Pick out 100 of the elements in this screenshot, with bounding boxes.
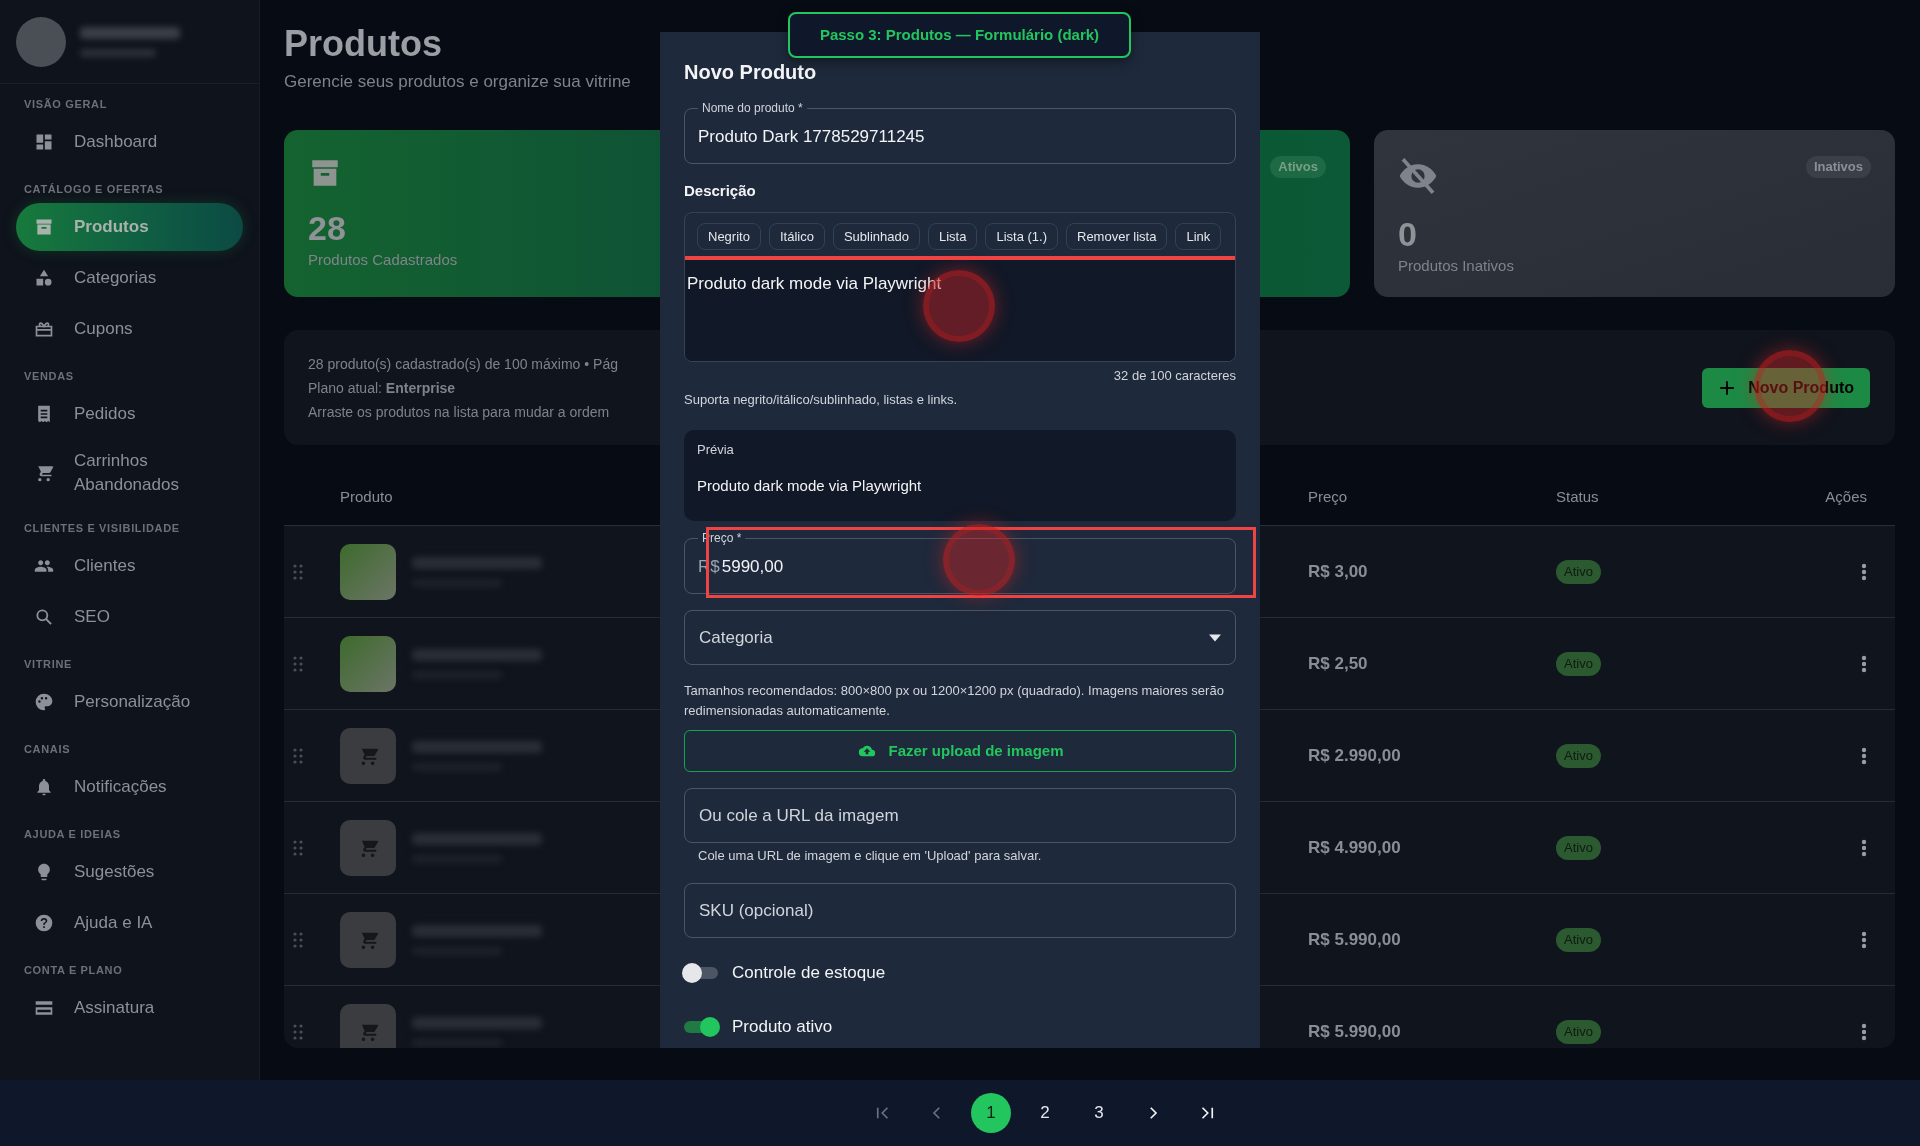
upload-image-button[interactable]: Fazer upload de imagem: [684, 730, 1236, 772]
price-text: R$ 3,00: [1308, 560, 1368, 583]
click-marker: [943, 524, 1015, 596]
dialog-title: Novo Produto: [684, 60, 817, 85]
name-field[interactable]: Nome do produto * Produto Dark 1778529711245: [684, 101, 1236, 164]
nav-item[interactable]: Categorias: [16, 254, 243, 302]
category-select[interactable]: Categoria: [684, 610, 1236, 665]
status-badge: Ativo: [1556, 835, 1601, 860]
nav-item[interactable]: Carrinhos Abandonados: [16, 441, 243, 505]
plus-icon: [1718, 378, 1737, 397]
nav-item[interactable]: Cupons: [16, 305, 243, 353]
section-label: AJUDA E IDEIAS: [23, 827, 121, 842]
format-button[interactable]: Negrito: [697, 223, 761, 250]
section-label: CANAIS: [23, 742, 71, 757]
drag-handle-icon[interactable]: [293, 931, 303, 948]
status-badge: Ativo: [1556, 651, 1601, 676]
price-text: R$ 4.990,00: [1308, 836, 1401, 859]
nav-item[interactable]: Dashboard: [16, 118, 243, 166]
format-button[interactable]: Itálico: [768, 223, 825, 250]
stat-value: 0: [1398, 214, 1417, 254]
section-label: CLIENTES E VISIBILIDADE: [23, 521, 180, 536]
step-banner: Passo 3: Produtos — Formulário (dark): [788, 12, 1131, 58]
more-options-icon[interactable]: [1861, 1022, 1867, 1041]
stat-label: Produtos Cadastrados: [308, 250, 458, 270]
page-subtitle: Gerencie seus produtos e organize sua vitrine: [284, 71, 631, 93]
search-icon: [34, 607, 54, 627]
status-badge: Inativos: [1805, 156, 1871, 178]
toggle-switch[interactable]: [682, 961, 720, 985]
drag-handle-icon[interactable]: [293, 563, 303, 580]
section-label: VENDAS: [23, 369, 74, 384]
nav-item[interactable]: Assinatura: [16, 984, 243, 1032]
more-options-icon[interactable]: [1861, 562, 1867, 581]
stat-value: 28: [308, 208, 346, 248]
format-button[interactable]: Remover lista: [1066, 223, 1168, 250]
description-editor[interactable]: Negrito Itálico Sublinhado Lista Lista (1.) Remover lista Link Produto dark mode via Playwright: [684, 212, 1236, 362]
drag-handle-icon[interactable]: [293, 655, 303, 672]
column-header: Status: [1556, 487, 1599, 508]
column-header: Preço: [1308, 487, 1348, 508]
archive-box-icon: [34, 217, 54, 237]
eye-slash-icon: [1398, 156, 1438, 196]
sku-field[interactable]: SKU (opcional): [684, 883, 1236, 938]
nav-item[interactable]: Sugestões: [16, 848, 243, 896]
more-options-icon[interactable]: [1861, 654, 1867, 673]
page-button[interactable]: 2: [1025, 1093, 1065, 1133]
field-label: Nome do produto *: [701, 101, 804, 115]
grid-icon: [34, 132, 54, 152]
nav-item[interactable]: Personalização: [16, 678, 243, 726]
shapes-icon: [34, 268, 54, 288]
format-button[interactable]: Lista (1.): [985, 223, 1058, 250]
gift-box-icon: [34, 319, 54, 339]
status-badge: Ativo: [1556, 1019, 1601, 1044]
nav-item[interactable]: Notificações: [16, 763, 243, 811]
more-options-icon[interactable]: [1861, 838, 1867, 857]
credit-card-icon: [34, 998, 54, 1018]
caret-down-icon: [1209, 633, 1221, 642]
page-button[interactable]: 1: [971, 1093, 1011, 1133]
price-text: R$ 2.990,00: [1308, 744, 1401, 767]
section-heading: Descrição: [684, 181, 756, 201]
image-url-field[interactable]: Ou cole a URL da imagem: [684, 788, 1236, 843]
price-input[interactable]: 5990,00: [721, 554, 943, 580]
format-button[interactable]: Lista: [927, 223, 978, 250]
status-badge: Ativos: [1270, 156, 1326, 178]
page-button[interactable]: 3: [1079, 1093, 1119, 1133]
format-button[interactable]: Sublinhado: [832, 223, 920, 250]
column-header: Ações: [1825, 487, 1867, 508]
nav-item[interactable]: SEO: [16, 593, 243, 641]
helper-text: Tamanhos recomendados: 800×800 px ou 1200×1200 px (quadrado). Imagens maiores serão redimensionadas automaticamente.: [684, 682, 1225, 720]
toggle-label: Produto ativo: [732, 1016, 833, 1038]
helper-text: Suporta negrito/itálico/sublinhado, listas e links.: [684, 392, 958, 408]
palette-icon: [34, 692, 54, 712]
drag-handle-icon[interactable]: [293, 1023, 303, 1040]
info-text: Arraste os produtos na lista para mudar a ordem: [308, 402, 610, 422]
price-text: R$ 2,50: [1308, 652, 1368, 675]
section-label: VITRINE: [23, 657, 72, 672]
help-icon: [34, 913, 54, 933]
name-input[interactable]: Produto Dark 1778529711245: [698, 115, 1222, 159]
column-header: Produto: [340, 487, 393, 508]
nav-item[interactable]: Ajuda e IA: [16, 899, 243, 947]
helper-text: Cole uma URL de imagem e clique em 'Upload' para salvar.: [698, 848, 1042, 864]
price-text: R$ 5.990,00: [1308, 928, 1401, 951]
avatar: [16, 16, 66, 67]
editor-text: Produto dark mode via Playwright: [687, 273, 942, 295]
page-title: Produtos: [284, 22, 442, 66]
drag-handle-icon[interactable]: [293, 747, 303, 764]
nav-item[interactable]: Pedidos: [16, 390, 243, 438]
nav-item[interactable]: Clientes: [16, 542, 243, 590]
section-label: CONTA E PLANO: [23, 963, 123, 978]
toggle-switch[interactable]: [682, 1015, 720, 1039]
more-options-icon[interactable]: [1861, 746, 1867, 765]
stat-label: Produtos Inativos: [1398, 256, 1514, 276]
preview-text: Produto dark mode via Playwright: [697, 476, 922, 496]
format-button[interactable]: Link: [1175, 223, 1222, 250]
status-badge: Ativo: [1556, 927, 1601, 952]
info-text: 28 produto(s) cadastrado(s) de 100 máximo • Pág: [308, 354, 618, 374]
drag-handle-icon[interactable]: [293, 839, 303, 856]
section-label: CATÁLOGO E OFERTAS: [23, 182, 164, 197]
info-text: Plano atual: Enterprise: [308, 378, 456, 398]
toggle-label: Controle de estoque: [732, 962, 886, 984]
more-options-icon[interactable]: [1861, 930, 1867, 949]
section-label: VISÃO GERAL: [23, 97, 108, 112]
